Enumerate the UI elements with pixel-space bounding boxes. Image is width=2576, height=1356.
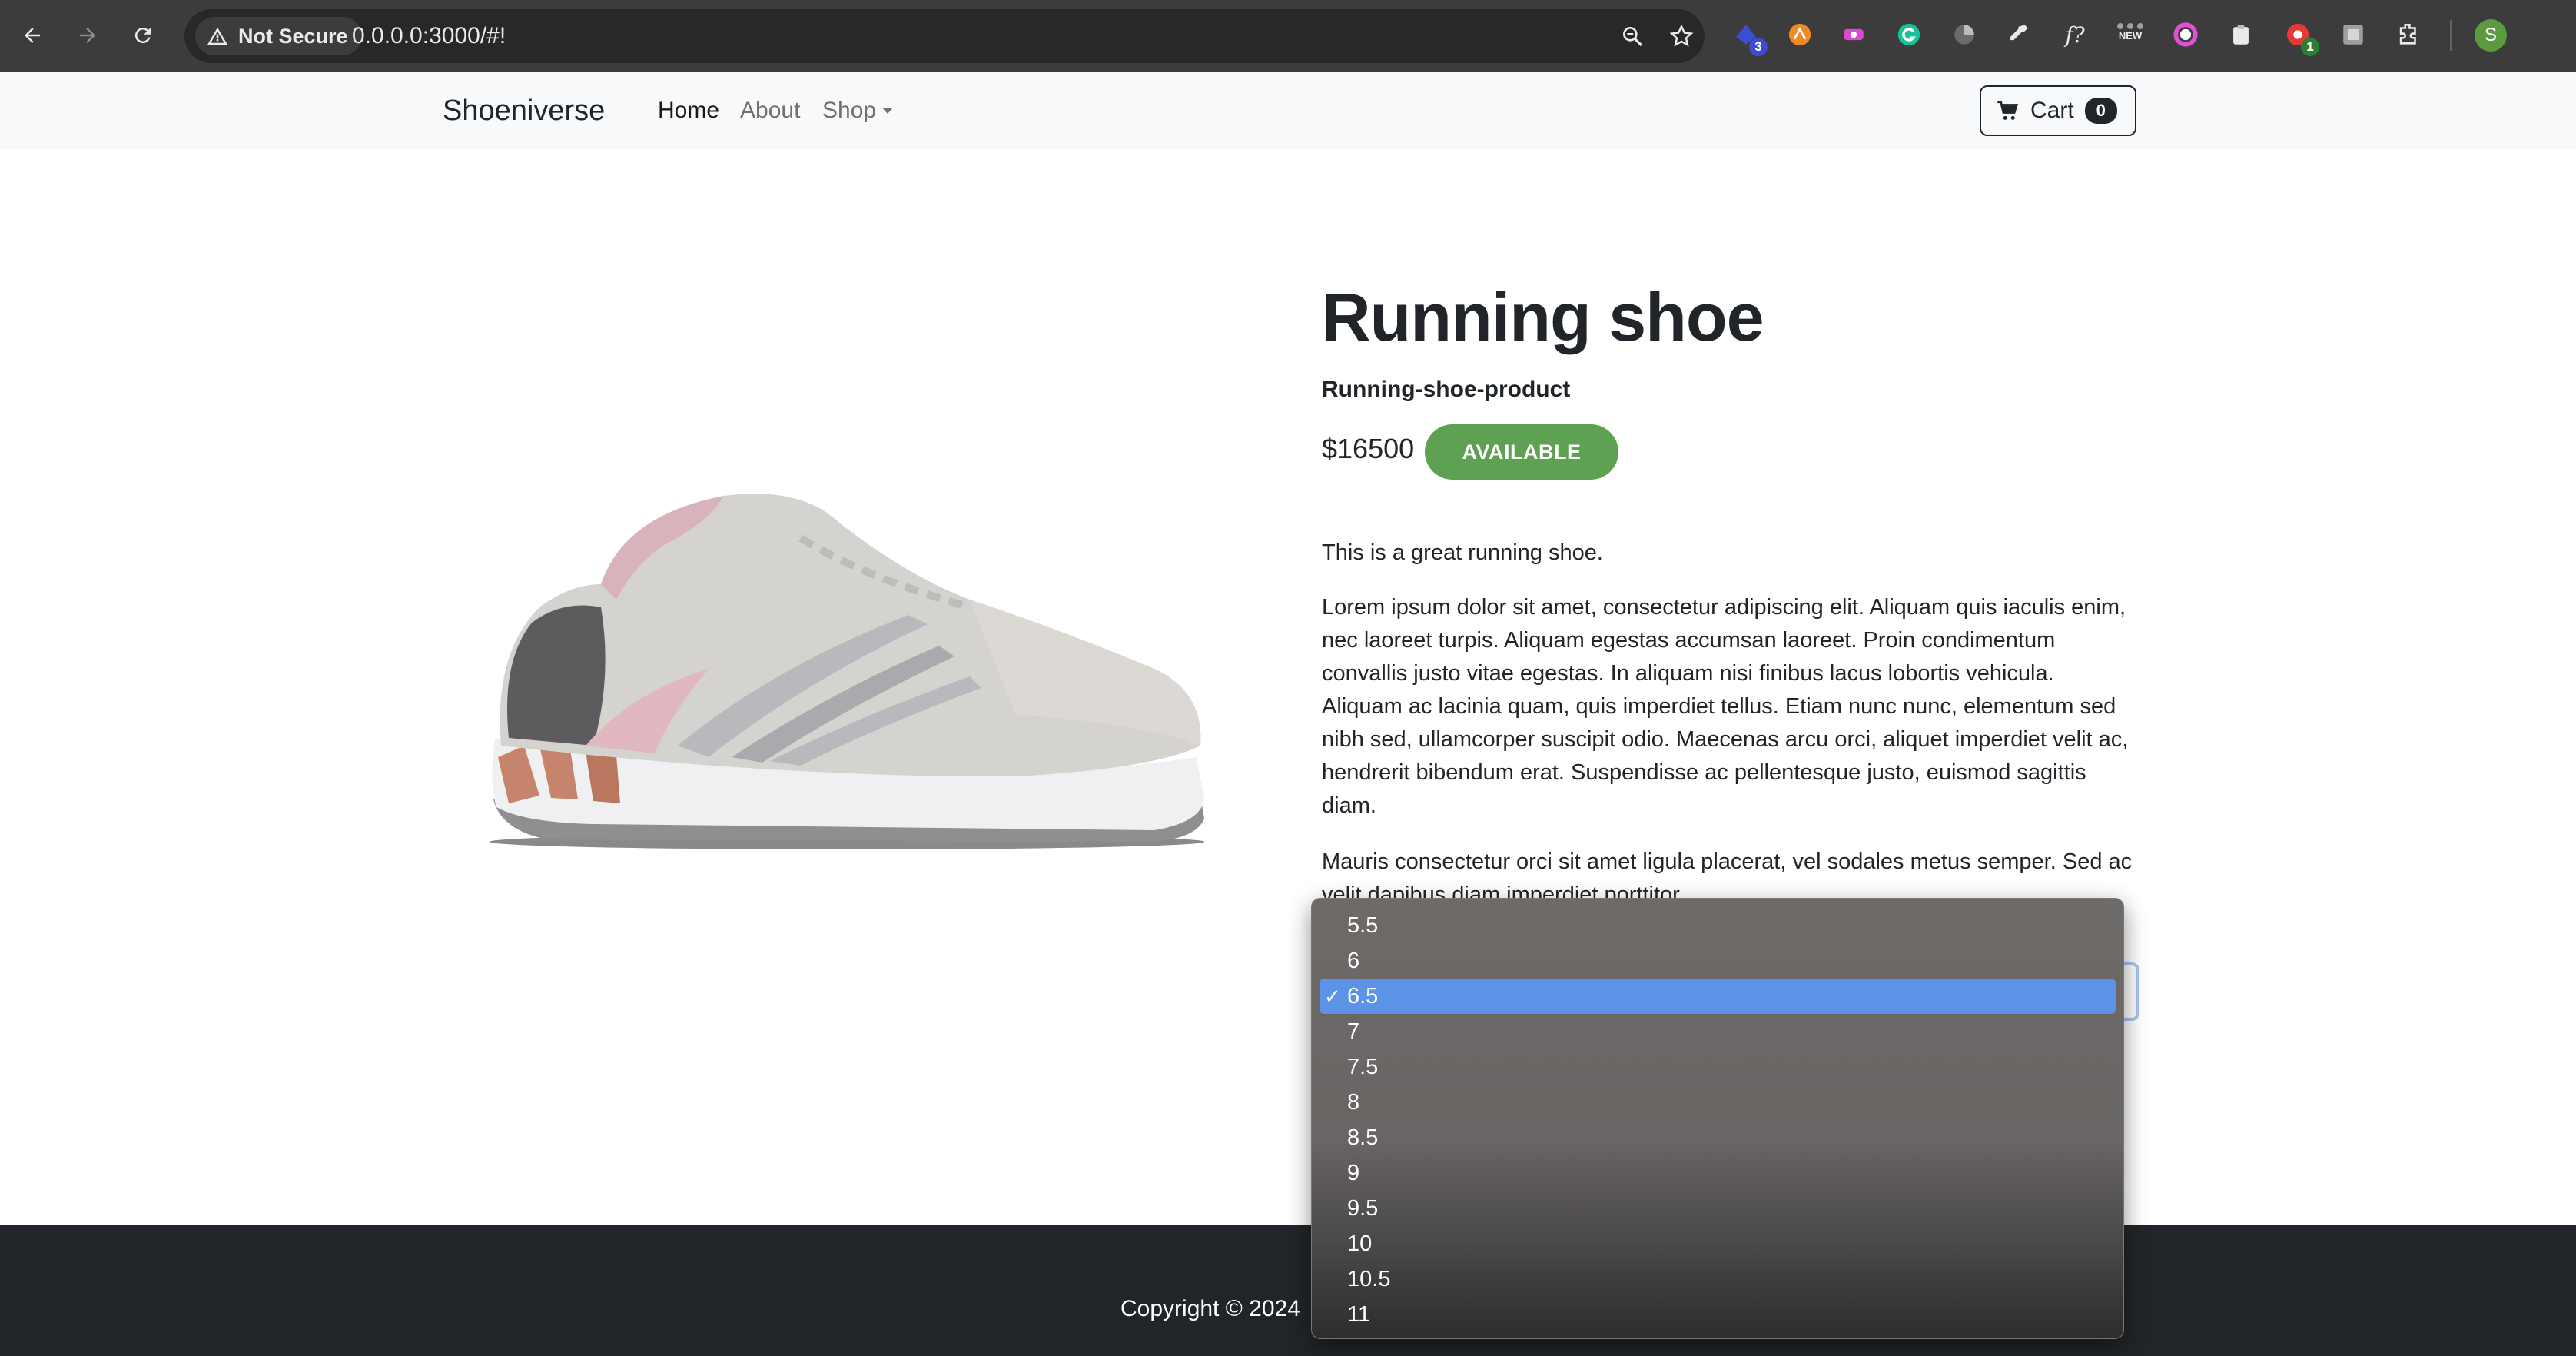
address-bar[interactable]: Not Secure 0.0.0.0:3000/#! [184,9,1705,63]
checkmark-icon: ✓ [1324,985,1341,1008]
extension-gray[interactable] [2338,19,2369,50]
cart-button[interactable]: Cart 0 [1980,85,2136,136]
zoom-button[interactable] [1617,21,1648,52]
color-ring-icon [2173,22,2198,47]
security-indicator[interactable]: Not Secure [195,17,362,55]
size-option[interactable]: 8 [1320,1085,2116,1120]
forward-button[interactable] [68,15,108,55]
chevron-down-icon [882,108,894,114]
extension-5[interactable] [1949,19,1980,50]
size-option[interactable]: 8.5 [1320,1120,2116,1155]
size-select-dropdown[interactable]: 5.5 6 ✓ 6.5 7 7.5 8 8.5 9 9.5 10 10.5 11 [1311,898,2124,1339]
new-icon: NEW [2117,23,2143,46]
size-option[interactable]: 10 [1320,1226,2116,1261]
product-short-description: This is a great running shoe. [1322,540,1603,565]
shutter-icon [1954,25,1974,45]
extension-1[interactable]: 3 [1731,19,1768,56]
url-text[interactable]: 0.0.0.0:3000/#! [352,9,506,63]
product-description-paragraph-1: Lorem ipsum dolor sit amet, consectetur … [1322,595,2129,818]
brand-logo[interactable]: Shoeniverse [443,72,605,149]
back-button[interactable] [12,15,52,55]
extension-badge: 3 [1749,38,1768,56]
size-option[interactable]: 5.5 [1320,908,2116,943]
availability-badge: AVAILABLE [1425,424,1618,480]
gray-square-icon [2343,25,2363,45]
nav-link-shop[interactable]: Shop [822,72,894,149]
extension-new[interactable]: NEW [2115,19,2146,50]
grammarly-icon [1897,23,1920,46]
profile-avatar[interactable]: S [2475,19,2507,52]
orange-circle-icon [1788,23,1811,46]
size-option[interactable]: 11 [1320,1297,2116,1332]
cart-icon [1997,101,2019,120]
function-icon: f? [2065,22,2085,48]
extension-badge-red: 1 [2301,38,2319,56]
warning-icon [207,27,228,45]
size-option[interactable]: 7.5 [1320,1049,2116,1085]
video-record-icon [1844,28,1864,41]
size-option[interactable]: 6 [1320,943,2116,979]
reload-icon [134,28,151,44]
cart-label: Cart [2030,98,2074,123]
browser-toolbar: Not Secure 0.0.0.0:3000/#! 3 f? NEW 1 S [0,0,2576,72]
security-label: Not Secure [238,25,348,48]
extension-fx[interactable]: f? [2060,19,2090,50]
extension-grammarly[interactable] [1894,19,1924,50]
toolbar-divider [2450,20,2452,51]
extension-3[interactable] [1838,19,1869,50]
product-subtitle: Running-shoe-product [1322,377,1571,402]
extension-clipboard[interactable] [2226,19,2256,50]
nav-link-about[interactable]: About [740,72,800,149]
extension-eyedropper[interactable] [2003,19,2033,50]
product-price: $16500 [1322,433,1415,464]
extension-red[interactable]: 1 [2282,19,2319,56]
cart-count-badge: 0 [2084,98,2117,124]
zoom-icon [1623,26,1643,47]
site-footer: Copyright © 2024 [0,1225,2576,1356]
puzzle-icon [2399,23,2416,45]
bookmark-button[interactable] [1666,21,1697,52]
size-option-selected[interactable]: ✓ 6.5 [1320,979,2116,1014]
product-image [490,494,1204,849]
size-option[interactable]: 9 [1320,1155,2116,1191]
clipboard-icon [2233,25,2249,45]
new-label: NEW [2118,30,2143,42]
reload-button[interactable] [123,15,163,55]
size-option[interactable]: 10.5 [1320,1261,2116,1297]
back-arrow-icon [25,28,40,43]
size-option[interactable]: 7 [1320,1014,2116,1049]
forward-arrow-icon [80,28,95,43]
nav-link-home[interactable]: Home [658,72,719,149]
size-option[interactable]: 9.5 [1320,1191,2116,1226]
product-title: Running shoe [1322,279,1764,355]
site-navbar: Shoeniverse Home About Shop Cart 0 [0,72,2576,149]
extension-color-ring[interactable] [2170,19,2201,50]
extension-2[interactable] [1784,19,1815,50]
star-icon [1669,24,1694,47]
nav-link-shop-label: Shop [822,98,877,123]
extensions-menu-button[interactable] [2393,19,2424,50]
footer-copyright: Copyright © 2024 [1120,1296,1300,1321]
eyedropper-icon [2010,25,2028,41]
